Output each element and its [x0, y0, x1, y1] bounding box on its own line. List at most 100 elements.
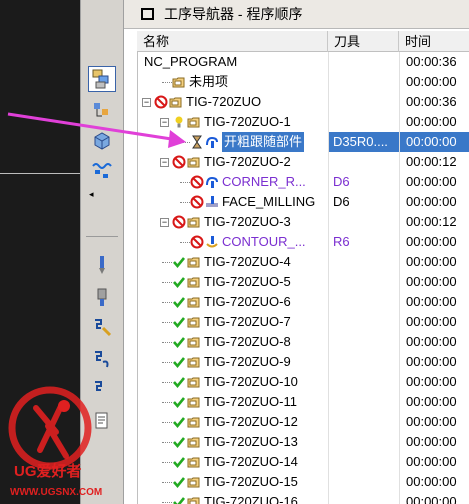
row-name: TIG-720ZUO-2 — [204, 154, 291, 169]
column-header-tool[interactable]: 刀具 — [328, 31, 399, 52]
name-cell[interactable]: TIG-720ZUO-10 — [138, 372, 329, 392]
window-icon[interactable] — [141, 8, 154, 20]
name-cell[interactable]: FACE_MILLING — [138, 192, 329, 212]
name-cell[interactable]: CORNER_R... — [138, 172, 329, 192]
time-cell: 00:00:00 — [406, 114, 457, 129]
operation-navigator-icon — [92, 69, 109, 89]
time-cell: 00:00:00 — [400, 132, 469, 152]
tree-connector — [180, 182, 190, 183]
table-row[interactable]: TIG-720ZUO-5 00:00:00 — [138, 272, 469, 292]
time-cell: 00:00:00 — [406, 234, 457, 249]
name-cell[interactable]: TIG-720ZUO-15 — [138, 472, 329, 492]
table-row[interactable]: 开粗跟随部件 D35R0.... 00:00:00 — [138, 132, 469, 152]
name-cell[interactable]: − TIG-720ZUO — [138, 92, 329, 112]
check-icon — [172, 455, 186, 469]
table-row[interactable]: 未用项 00:00:00 — [138, 72, 469, 92]
table-row[interactable]: − TIG-720ZUO-1 00:00:00 — [138, 112, 469, 132]
table-row[interactable]: TIG-720ZUO-4 00:00:00 — [138, 252, 469, 272]
holder-library-tab[interactable] — [88, 284, 116, 310]
tool-cell — [329, 312, 400, 332]
name-cell[interactable]: TIG-720ZUO-16 — [138, 492, 329, 504]
table-row[interactable]: TIG-720ZUO-9 00:00:00 — [138, 352, 469, 372]
tool-library-tab[interactable] — [88, 252, 116, 278]
name-cell[interactable]: NC_PROGRAM — [138, 52, 329, 72]
divider-line — [0, 173, 80, 174]
table-row[interactable]: TIG-720ZUO-8 00:00:00 — [138, 332, 469, 352]
name-cell[interactable]: − TIG-720ZUO-1 — [138, 112, 329, 132]
tree-connector — [162, 482, 172, 483]
collapse-icon[interactable]: − — [160, 218, 169, 227]
row-name: TIG-720ZUO-10 — [204, 374, 298, 389]
ugsnx-watermark-logo: UG爱好者 WWW.UGSNX.COM — [8, 386, 102, 498]
column-header-time[interactable]: 时间 — [399, 31, 469, 52]
name-cell[interactable]: 开粗跟随部件 — [138, 132, 329, 152]
tree-connector — [162, 82, 172, 83]
program-folder-icon — [187, 255, 201, 269]
expand-arrow-icon[interactable]: ◂ — [89, 189, 99, 199]
name-cell[interactable]: TIG-720ZUO-12 — [138, 412, 329, 432]
machine-tool-icon — [94, 103, 108, 117]
row-name: TIG-720ZUO-6 — [204, 294, 291, 309]
name-cell[interactable]: TIG-720ZUO-9 — [138, 352, 329, 372]
table-row[interactable]: TIG-720ZUO-13 00:00:00 — [138, 432, 469, 452]
collapse-icon[interactable]: − — [142, 98, 151, 107]
row-name: TIG-720ZUO-12 — [204, 414, 298, 429]
collapse-icon[interactable]: − — [160, 158, 169, 167]
name-cell[interactable]: TIG-720ZUO-5 — [138, 272, 329, 292]
name-cell[interactable]: TIG-720ZUO-8 — [138, 332, 329, 352]
name-cell[interactable]: − TIG-720ZUO-2 — [138, 152, 329, 172]
table-row[interactable]: TIG-720ZUO-10 00:00:00 — [138, 372, 469, 392]
table-row[interactable]: TIG-720ZUO-15 00:00:00 — [138, 472, 469, 492]
cavity-mill-op-icon — [205, 135, 219, 149]
operation-tree: NC_PROGRAM 00:00:36 未用项 00:00:00 − TIG-720ZUO… — [137, 52, 469, 504]
table-row[interactable]: FACE_MILLING D6 00:00:00 — [138, 192, 469, 212]
tool-cell: D6 — [329, 172, 400, 192]
table-row[interactable]: − TIG-720ZUO-3 00:00:12 — [138, 212, 469, 232]
check-icon — [172, 255, 186, 269]
tool-cell — [329, 272, 400, 292]
table-row[interactable]: − TIG-720ZUO-2 00:00:12 — [138, 152, 469, 172]
name-cell[interactable]: − TIG-720ZUO-3 — [138, 212, 329, 232]
row-name: TIG-720ZUO-8 — [204, 334, 291, 349]
table-row[interactable]: TIG-720ZUO-16 00:00:00 — [138, 492, 469, 504]
table-row[interactable]: CORNER_R... D6 00:00:00 — [138, 172, 469, 192]
feature-navigator-tab[interactable] — [88, 158, 116, 184]
part-navigator-tab[interactable] — [88, 128, 116, 154]
tree-connector — [162, 342, 172, 343]
program-folder-icon — [187, 455, 201, 469]
no-entry-icon — [190, 175, 204, 189]
table-row[interactable]: TIG-720ZUO-12 00:00:00 — [138, 412, 469, 432]
row-name: TIG-720ZUO-15 — [204, 474, 298, 489]
table-row[interactable]: − TIG-720ZUO 00:00:36 — [138, 92, 469, 112]
table-row[interactable]: CONTOUR_... R6 00:00:00 — [138, 232, 469, 252]
name-cell[interactable]: TIG-720ZUO-4 — [138, 252, 329, 272]
table-row[interactable]: TIG-720ZUO-11 00:00:00 — [138, 392, 469, 412]
collapse-icon[interactable]: − — [160, 118, 169, 127]
time-cell: 00:00:00 — [406, 174, 457, 189]
table-row[interactable]: NC_PROGRAM 00:00:36 — [138, 52, 469, 72]
check-icon — [172, 415, 186, 429]
name-cell[interactable]: TIG-720ZUO-13 — [138, 432, 329, 452]
toolbar-separator — [86, 236, 118, 237]
machine-tool-navigator-tab[interactable] — [88, 98, 116, 124]
name-cell[interactable]: TIG-720ZUO-6 — [138, 292, 329, 312]
table-row[interactable]: TIG-720ZUO-14 00:00:00 — [138, 452, 469, 472]
operation-navigator-tab[interactable] — [88, 66, 116, 92]
table-row[interactable]: TIG-720ZUO-7 00:00:00 — [138, 312, 469, 332]
name-cell[interactable]: TIG-720ZUO-14 — [138, 452, 329, 472]
table-row[interactable]: TIG-720ZUO-6 00:00:00 — [138, 292, 469, 312]
no-entry-icon — [172, 215, 186, 229]
process-tab[interactable] — [88, 314, 116, 340]
tool-cell: R6 — [329, 232, 400, 252]
name-cell[interactable]: TIG-720ZUO-7 — [138, 312, 329, 332]
column-header-name[interactable]: 名称 — [137, 31, 328, 52]
name-cell[interactable]: 未用项 — [138, 72, 329, 92]
name-cell[interactable]: CONTOUR_... — [138, 232, 329, 252]
name-cell[interactable]: TIG-720ZUO-11 — [138, 392, 329, 412]
tree-connector — [162, 262, 172, 263]
row-name: FACE_MILLING — [222, 194, 316, 209]
tree-connector — [162, 362, 172, 363]
sequence-tab[interactable] — [88, 346, 116, 372]
tool-cell — [329, 372, 400, 392]
time-cell: 00:00:00 — [406, 334, 457, 349]
